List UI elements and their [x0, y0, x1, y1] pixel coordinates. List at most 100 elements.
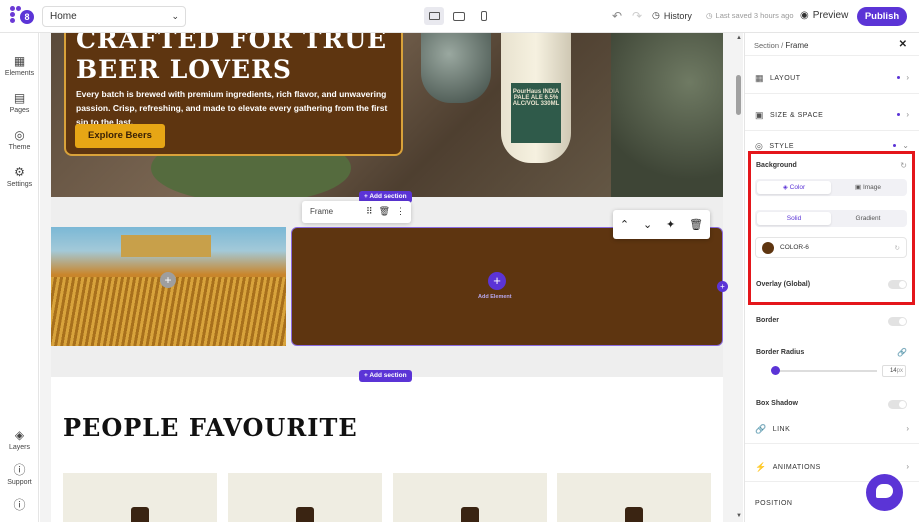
position-accordion[interactable]: POSITION: [755, 500, 792, 507]
beer-bottle-image: [131, 507, 149, 522]
size-space-label: SIZE & SPACE: [770, 112, 824, 119]
box-shadow-toggle[interactable]: [888, 400, 907, 409]
scroll-up-icon[interactable]: ▲: [736, 35, 742, 41]
add-icon[interactable]: +: [160, 272, 176, 288]
background-settings-highlight: [748, 151, 915, 305]
sidebar-item-support[interactable]: ⓘ Support: [0, 464, 39, 486]
top-bar: 8 Home ⌄ ↶ ↷ ◷ History ◷ Last saved 3 ho…: [0, 0, 919, 33]
canvas-scrollbar[interactable]: ▲ ▼: [734, 33, 743, 522]
box-shadow-label: Box Shadow: [756, 400, 799, 407]
divider: [745, 55, 919, 56]
sidebar-item-settings[interactable]: ⚙ Settings: [0, 166, 39, 188]
border-radius-slider[interactable]: [773, 370, 877, 372]
sidebar-item-pages[interactable]: ▤ Pages: [0, 92, 39, 114]
beer-bottle-image: [625, 507, 643, 522]
mobile-icon: [481, 11, 487, 21]
magic-wand-icon[interactable]: ✦: [666, 218, 675, 231]
breadcrumb-frame: Frame: [785, 41, 809, 50]
border-radius-label: Border Radius: [756, 349, 805, 356]
trash-icon[interactable]: 🗑: [689, 218, 703, 231]
breadcrumb: Section / Frame: [754, 41, 808, 50]
wheat-image[interactable]: +: [51, 227, 286, 346]
undo-button[interactable]: ↶: [612, 9, 622, 23]
sidebar-item-elements[interactable]: ▦ Elements: [0, 55, 39, 77]
bottle-label: PourHaus INDIA PALE ALE 6.5% ALC/VOL 330…: [511, 83, 561, 143]
product-card[interactable]: [63, 473, 217, 522]
animations-accordion[interactable]: ⚡ ANIMATIONS: [755, 462, 821, 473]
logo-number: 8: [20, 10, 34, 24]
product-card[interactable]: [557, 473, 711, 522]
chevron-right-icon: ›: [906, 110, 909, 119]
last-saved-status: ◷ Last saved 3 hours ago: [706, 11, 794, 20]
scroll-down-icon[interactable]: ▼: [736, 513, 742, 519]
redo-button[interactable]: ↷: [632, 9, 642, 23]
desktop-view-button[interactable]: [424, 7, 444, 25]
sidebar-item-info[interactable]: ⓘ: [0, 499, 39, 514]
add-element-button[interactable]: +: [488, 272, 506, 290]
sidebar-item-label: Theme: [8, 144, 31, 151]
link-icon[interactable]: 🔗: [897, 348, 907, 357]
product-card[interactable]: [393, 473, 547, 522]
gear-icon: ⚙: [14, 165, 25, 179]
breadcrumb-separator: /: [781, 41, 784, 50]
hero-heading-line: CRAFTED FOR TRUE: [76, 33, 388, 54]
border-radius-input[interactable]: 14px: [882, 365, 906, 377]
eye-icon: ◉: [800, 10, 809, 21]
element-toolbar: ⌃ ⌄ ✦ 🗑: [613, 210, 710, 239]
trash-icon[interactable]: 🗑: [379, 206, 390, 217]
explore-beers-button[interactable]: Explore Beers: [75, 124, 165, 148]
left-sidebar: ▦ Elements ▤ Pages ◎ Theme ⚙ Settings ◈ …: [0, 33, 39, 522]
page-select[interactable]: Home ⌄: [42, 6, 186, 27]
close-icon[interactable]: ✕: [899, 39, 907, 50]
drag-handle-icon[interactable]: ⠿: [366, 206, 373, 217]
publish-button[interactable]: Publish: [857, 7, 907, 26]
layout-indicator: ›: [897, 73, 909, 82]
chevron-down-icon: ⌄: [171, 11, 179, 21]
chevron-down-icon: ⌄: [902, 141, 909, 150]
slider-handle[interactable]: [771, 366, 780, 375]
chevron-down-icon[interactable]: ⌄: [643, 218, 652, 231]
size-space-accordion[interactable]: ▣ SIZE & SPACE: [755, 110, 823, 121]
border-label: Border: [756, 317, 779, 324]
breadcrumb-section[interactable]: Section: [754, 41, 779, 50]
chat-support-button[interactable]: [866, 474, 903, 511]
history-button[interactable]: ◷ History: [652, 10, 692, 21]
add-section-button[interactable]: + Add section: [359, 370, 412, 382]
people-favourite-heading[interactable]: PEOPLE FAVOURITE: [63, 413, 358, 442]
preview-button[interactable]: ◉ Preview: [800, 10, 848, 21]
frame-label: Frame: [310, 207, 334, 216]
hero-section[interactable]: PourHaus INDIA PALE ALE 6.5% ALC/VOL 330…: [51, 33, 723, 197]
divider: [745, 93, 919, 94]
hero-card[interactable]: CRAFTED FOR TRUE BEER LOVERS Every batch…: [64, 33, 403, 156]
product-card[interactable]: [228, 473, 382, 522]
beer-bottle-image: [461, 507, 479, 522]
link-accordion[interactable]: 🔗 LINK: [755, 424, 790, 435]
sidebar-item-label: Settings: [6, 181, 33, 188]
tablet-view-button[interactable]: [449, 7, 469, 25]
app-logo[interactable]: 8: [10, 6, 34, 26]
scrollbar-thumb[interactable]: [736, 75, 741, 115]
link-icon: 🔗: [755, 424, 767, 434]
mobile-view-button[interactable]: [474, 7, 494, 25]
selected-frame[interactable]: + Add Element: [291, 227, 723, 346]
frame-label-toolbar: Frame ⠿ 🗑 ⋮: [302, 201, 411, 223]
hero-heading: CRAFTED FOR TRUE BEER LOVERS: [76, 33, 391, 85]
layers-icon: ◈: [14, 428, 25, 442]
sidebar-item-layers[interactable]: ◈ Layers: [0, 429, 39, 451]
add-column-button[interactable]: +: [717, 281, 728, 292]
hero-heading-line: BEER LOVERS: [76, 55, 292, 84]
grid-icon: ▦: [13, 54, 26, 68]
history-label: History: [663, 10, 692, 21]
chevron-up-icon[interactable]: ⌃: [620, 218, 629, 231]
border-toggle[interactable]: [888, 317, 907, 326]
style-label: STYLE: [769, 143, 795, 150]
page-icon: ▤: [13, 91, 26, 105]
sidebar-item-theme[interactable]: ◎ Theme: [0, 129, 39, 151]
beer-bottle-image: [296, 507, 314, 522]
editor-canvas[interactable]: PourHaus INDIA PALE ALE 6.5% ALC/VOL 330…: [40, 33, 734, 522]
more-vertical-icon[interactable]: ⋮: [396, 206, 405, 217]
palette-icon: ◎: [14, 128, 25, 142]
border-radius-value: 14: [889, 368, 897, 374]
layout-icon: ▦: [755, 73, 765, 83]
layout-accordion[interactable]: ▦ LAYOUT: [755, 73, 801, 84]
